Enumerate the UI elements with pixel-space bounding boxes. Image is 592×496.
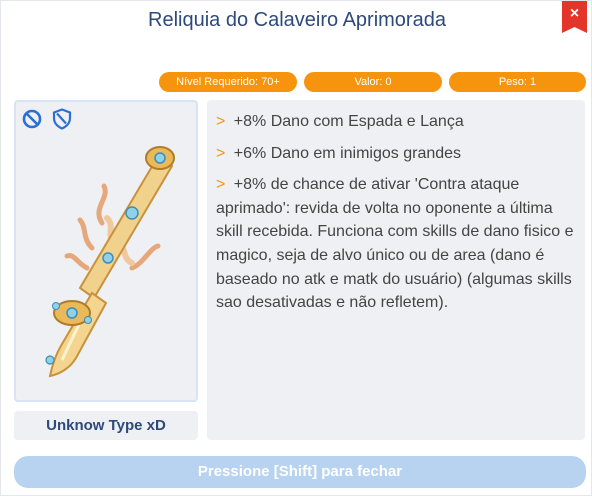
description-text: +8% de chance de ativar 'Contra ataque a… <box>216 176 574 312</box>
description-line: > +8% Dano com Espada e Lança <box>216 110 577 134</box>
item-stats-badges: Nível Requerido: 70+ Valor: 0 Peso: 1 <box>1 72 592 93</box>
close-button[interactable]: × <box>562 1 587 33</box>
description-text: +6% Dano em inimigos grandes <box>233 144 462 162</box>
item-tooltip-window: Reliquia do Calaveiro Aprimorada × Nível… <box>0 0 592 496</box>
value-badge: Valor: 0 <box>304 72 442 92</box>
required-level-badge: Nível Requerido: 70+ <box>159 72 297 92</box>
item-type-label: Unknow Type xD <box>14 411 198 440</box>
description-text: +8% Dano com Espada e Lança <box>233 113 464 130</box>
window-title: Reliquia do Calaveiro Aprimorada <box>148 9 446 31</box>
close-icon[interactable]: × <box>562 5 587 23</box>
item-weapon-image <box>45 146 175 378</box>
description-line: > +6% Dano em inimigos grandes <box>216 142 577 166</box>
no-entry-icon <box>22 109 42 129</box>
item-image-panel <box>14 100 198 402</box>
weight-badge: Peso: 1 <box>449 72 586 92</box>
bullet-arrow: > <box>216 113 226 130</box>
close-hint-button[interactable]: Pressione [Shift] para fechar <box>14 456 586 488</box>
item-description-panel: > +8% Dano com Espada e Lança > +6% Dano… <box>207 100 585 440</box>
bullet-arrow: > <box>216 144 226 162</box>
description-line: > +8% de chance de ativar 'Contra ataque… <box>216 173 577 315</box>
bullet-arrow: > <box>216 176 226 194</box>
shield-icon <box>52 108 72 130</box>
